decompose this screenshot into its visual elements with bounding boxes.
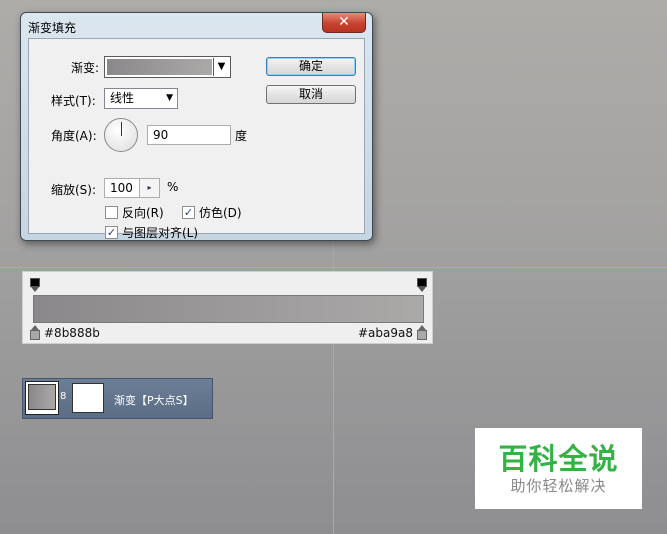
gradient-bar xyxy=(33,295,424,323)
dither-label: 仿色(D) xyxy=(199,206,242,220)
left-color-hex: #8b888b xyxy=(44,326,100,340)
watermark: 百科全说 助你轻松解决 xyxy=(475,428,642,509)
close-button[interactable]: ✕ xyxy=(322,13,366,33)
dither-checkbox[interactable]: ✓ xyxy=(182,206,195,219)
gradient-preview xyxy=(107,59,212,75)
link-icon[interactable]: 8 xyxy=(60,391,66,402)
reverse-label: 反向(R) xyxy=(122,206,164,220)
ok-button[interactable]: 确定 xyxy=(266,57,356,76)
angle-input[interactable]: 90 xyxy=(147,125,231,145)
layer-item[interactable]: 8 渐变【P大点S】 xyxy=(22,378,213,419)
dialog-title: 渐变填充 xyxy=(28,21,77,35)
gradient-layer-thumbnail[interactable] xyxy=(25,381,59,415)
opacity-stop-right[interactable] xyxy=(417,278,427,292)
right-color-hex: #aba9a8 xyxy=(358,326,414,340)
layer-mask-thumbnail[interactable] xyxy=(72,383,104,413)
scale-stepper[interactable]: ▸ xyxy=(140,178,160,198)
close-icon: ✕ xyxy=(338,14,350,30)
angle-label: 角度(A): xyxy=(51,129,97,143)
scale-unit: % xyxy=(167,180,179,194)
watermark-title: 百科全说 xyxy=(498,442,619,476)
cancel-button[interactable]: 取消 xyxy=(266,85,356,104)
dialog-body: 渐变: ▼ 样式(T): 线性 ▼ 角度(A): 90 度 缩放(S): 100… xyxy=(28,38,365,240)
gradient-label: 渐变: xyxy=(70,61,99,75)
gradient-fill-dialog: 渐变填充 ✕ 渐变: ▼ 样式(T): 线性 ▼ 角度(A): 90 度 缩放(… xyxy=(20,12,373,241)
chevron-down-icon[interactable]: ▼ xyxy=(213,58,229,76)
scale-input[interactable]: 100 xyxy=(104,178,140,198)
scale-label: 缩放(S): xyxy=(51,183,97,197)
angle-dial[interactable] xyxy=(104,118,138,152)
reverse-checkbox[interactable] xyxy=(105,206,118,219)
chevron-down-icon: ▼ xyxy=(166,93,173,103)
check-icon: ✓ xyxy=(106,226,117,239)
watermark-subtitle: 助你轻松解决 xyxy=(510,477,607,495)
chevron-right-icon: ▸ xyxy=(147,183,152,192)
angle-dial-needle xyxy=(121,122,122,136)
gradient-editor-bar: #8b888b #aba9a8 xyxy=(22,271,433,344)
gradient-picker[interactable]: ▼ xyxy=(104,56,231,78)
opacity-stop-left[interactable] xyxy=(30,278,40,292)
color-stop-left[interactable] xyxy=(30,325,40,340)
color-stop-right[interactable] xyxy=(417,325,427,340)
layer-name: 渐变【P大点S】 xyxy=(114,394,194,407)
check-icon: ✓ xyxy=(183,206,194,219)
style-select-value: 线性 xyxy=(110,91,135,105)
style-label: 样式(T): xyxy=(51,94,96,108)
align-with-layer-checkbox[interactable]: ✓ xyxy=(105,226,118,239)
align-with-layer-label: 与图层对齐(L) xyxy=(122,226,199,240)
style-select[interactable]: 线性 ▼ xyxy=(104,88,178,109)
angle-unit: 度 xyxy=(235,129,248,143)
